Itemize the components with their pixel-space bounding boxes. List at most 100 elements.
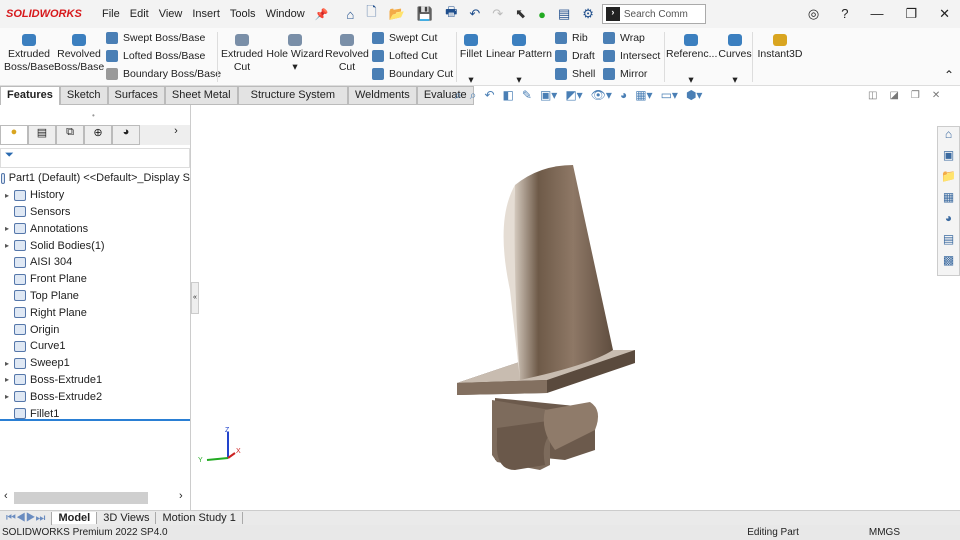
design-library-icon[interactable]: ▣ [938,148,959,169]
view-orientation-icon[interactable]: ▣▾ [540,88,557,103]
curves-button[interactable]: Curves ▾ [716,34,754,87]
chevron-down-icon[interactable]: ▾ [468,74,473,86]
tab-3d-views[interactable]: 3D Views [97,512,157,524]
section-view-icon[interactable]: ◧ [503,88,514,103]
revolved-cut-button[interactable]: Revolved Cut [325,34,369,74]
wrap-button[interactable]: Wrap [603,32,645,44]
scene-icon[interactable]: ▦▾ [635,88,652,103]
display-style-icon[interactable]: ◩▾ [565,88,582,103]
revolved-boss-button[interactable]: Revolved Boss/Base [54,34,104,74]
menu-edit[interactable]: Edit [130,8,149,21]
restore-view-icon[interactable]: ❐ [911,90,920,101]
print-icon[interactable]: 🖶 [445,3,457,25]
solidworks-forum-icon[interactable]: ▩ [938,253,959,274]
display-manager-tab[interactable]: ◕ [112,125,140,145]
undo-icon[interactable]: ↶ [469,6,480,22]
minimize-button[interactable]: — [870,6,883,22]
lofted-cut-button[interactable]: Lofted Cut [372,50,437,62]
tab-weldments[interactable]: Weldments [347,86,417,105]
appearance-icon[interactable]: ◕ [620,88,627,103]
options-icon[interactable]: ⚙ [582,6,594,22]
zoom-to-fit-icon[interactable]: ⌕ [455,88,462,103]
swept-boss-button[interactable]: Swept Boss/Base [106,32,205,44]
draft-button[interactable]: Draft [555,50,595,62]
tree-item[interactable]: Top Plane [0,288,190,305]
pin-icon[interactable]: 📌 [315,8,329,21]
tab-features[interactable]: Features [0,86,60,105]
feature-manager-tab[interactable]: ● [0,125,28,145]
tree-item[interactable]: Origin [0,321,190,338]
tree-item[interactable]: ▸ Boss-Extrude2 [0,388,190,405]
search-commands-input[interactable]: › Search Comm [601,4,706,24]
close-view-icon[interactable]: ✕ [932,90,940,101]
linear-pattern-button[interactable]: Linear Pattern ▾ [486,34,552,87]
menu-window[interactable]: Window [266,8,305,21]
restore-button[interactable]: ❐ [905,6,917,22]
tab-sheet-metal[interactable]: Sheet Metal [164,86,238,105]
tree-item[interactable]: ▸ Annotations [0,220,190,237]
intersect-button[interactable]: Intersect [603,50,660,62]
tree-item[interactable]: Part1 (Default) <<Default>_Display S [0,170,190,187]
tree-item[interactable]: ▸ Sweep1 [0,355,190,372]
rib-button[interactable]: Rib [555,32,588,44]
tree-item[interactable]: ▸ Boss-Extrude1 [0,372,190,389]
panel-grip[interactable]: • [92,111,95,120]
menu-insert[interactable]: Insert [192,8,220,21]
menu-view[interactable]: View [159,8,183,21]
tab-surfaces[interactable]: Surfaces [107,86,165,105]
tile-icon[interactable]: ◪ [889,90,898,101]
chevron-down-icon[interactable]: ▾ [292,61,297,73]
new-document-icon[interactable]: 🗋 [366,3,376,25]
display-pane-icon[interactable]: ⬢▾ [686,88,703,103]
tree-item[interactable]: AISI 304 [0,254,190,271]
split-view-icon[interactable]: ◫ [868,90,877,101]
select-icon[interactable]: ⬉ [515,6,526,22]
chevron-down-icon[interactable]: ▾ [688,74,693,86]
fillet-button[interactable]: Fillet ▾ [458,34,484,87]
rollback-bar[interactable] [0,419,190,421]
tree-item[interactable]: ▸ History [0,187,190,204]
reference-geometry-button[interactable]: Referenc... ▾ [666,34,717,87]
tree-item[interactable]: Front Plane [0,271,190,288]
mirror-button[interactable]: Mirror [603,68,647,80]
tab-navigation-arrows[interactable]: ⏮◀▶⏭ [0,511,53,525]
lofted-boss-button[interactable]: Lofted Boss/Base [106,50,205,62]
solidworks-resources-icon[interactable]: ⌂ [938,127,959,148]
configuration-manager-tab[interactable]: ⧉ [56,125,84,145]
close-button[interactable]: ✕ [939,6,950,22]
unit-system[interactable]: MMGS [869,527,900,538]
expand-arrow-icon[interactable]: ▸ [0,224,14,233]
graphics-area[interactable]: Z Y X [195,110,935,510]
hide-show-icon[interactable]: 👁▾ [591,88,612,103]
home-icon[interactable]: ⌂ [346,7,354,22]
save-icon[interactable]: 💾 [417,6,433,22]
scroll-left-arrow[interactable]: ‹ [4,490,8,502]
redo-icon[interactable]: ↷ [492,6,503,22]
collapse-ribbon-icon[interactable]: ⌃ [944,68,954,82]
expand-arrow-icon[interactable]: ▸ [0,392,14,401]
open-icon[interactable]: 📂 [389,6,405,22]
tree-item[interactable]: ▸ Solid Bodies(1) [0,237,190,254]
boundary-boss-button[interactable]: Boundary Boss/Base [106,68,221,80]
filter-input[interactable]: ⏷ [0,148,190,168]
view-settings-icon[interactable]: ▭▾ [661,88,678,103]
rebuild-icon[interactable]: ● [538,7,546,22]
previous-view-icon[interactable]: ↶ [484,88,494,103]
tree-item[interactable]: Curve1 [0,338,190,355]
dimxpert-tab[interactable]: ⊕ [84,125,112,145]
tab-structure-system[interactable]: Structure System [237,86,348,105]
tab-model[interactable]: Model [52,512,98,524]
menu-tools[interactable]: Tools [230,8,256,21]
chevron-down-icon[interactable]: ▾ [516,74,521,86]
scroll-right-arrow[interactable]: › [179,490,183,502]
tree-item[interactable]: Sensors [0,204,190,221]
shell-button[interactable]: Shell [555,68,595,80]
boundary-cut-button[interactable]: Boundary Cut [372,68,453,80]
extruded-cut-button[interactable]: Extruded Cut [220,34,264,74]
horizontal-scrollbar[interactable] [14,492,148,504]
file-properties-icon[interactable]: ▤ [558,6,570,22]
chevron-down-icon[interactable]: ▾ [732,74,737,86]
view-palette-icon[interactable]: ▦ [938,190,959,211]
expand-arrow-icon[interactable]: ▸ [0,191,14,200]
more-tabs-arrow[interactable]: › [162,125,190,145]
